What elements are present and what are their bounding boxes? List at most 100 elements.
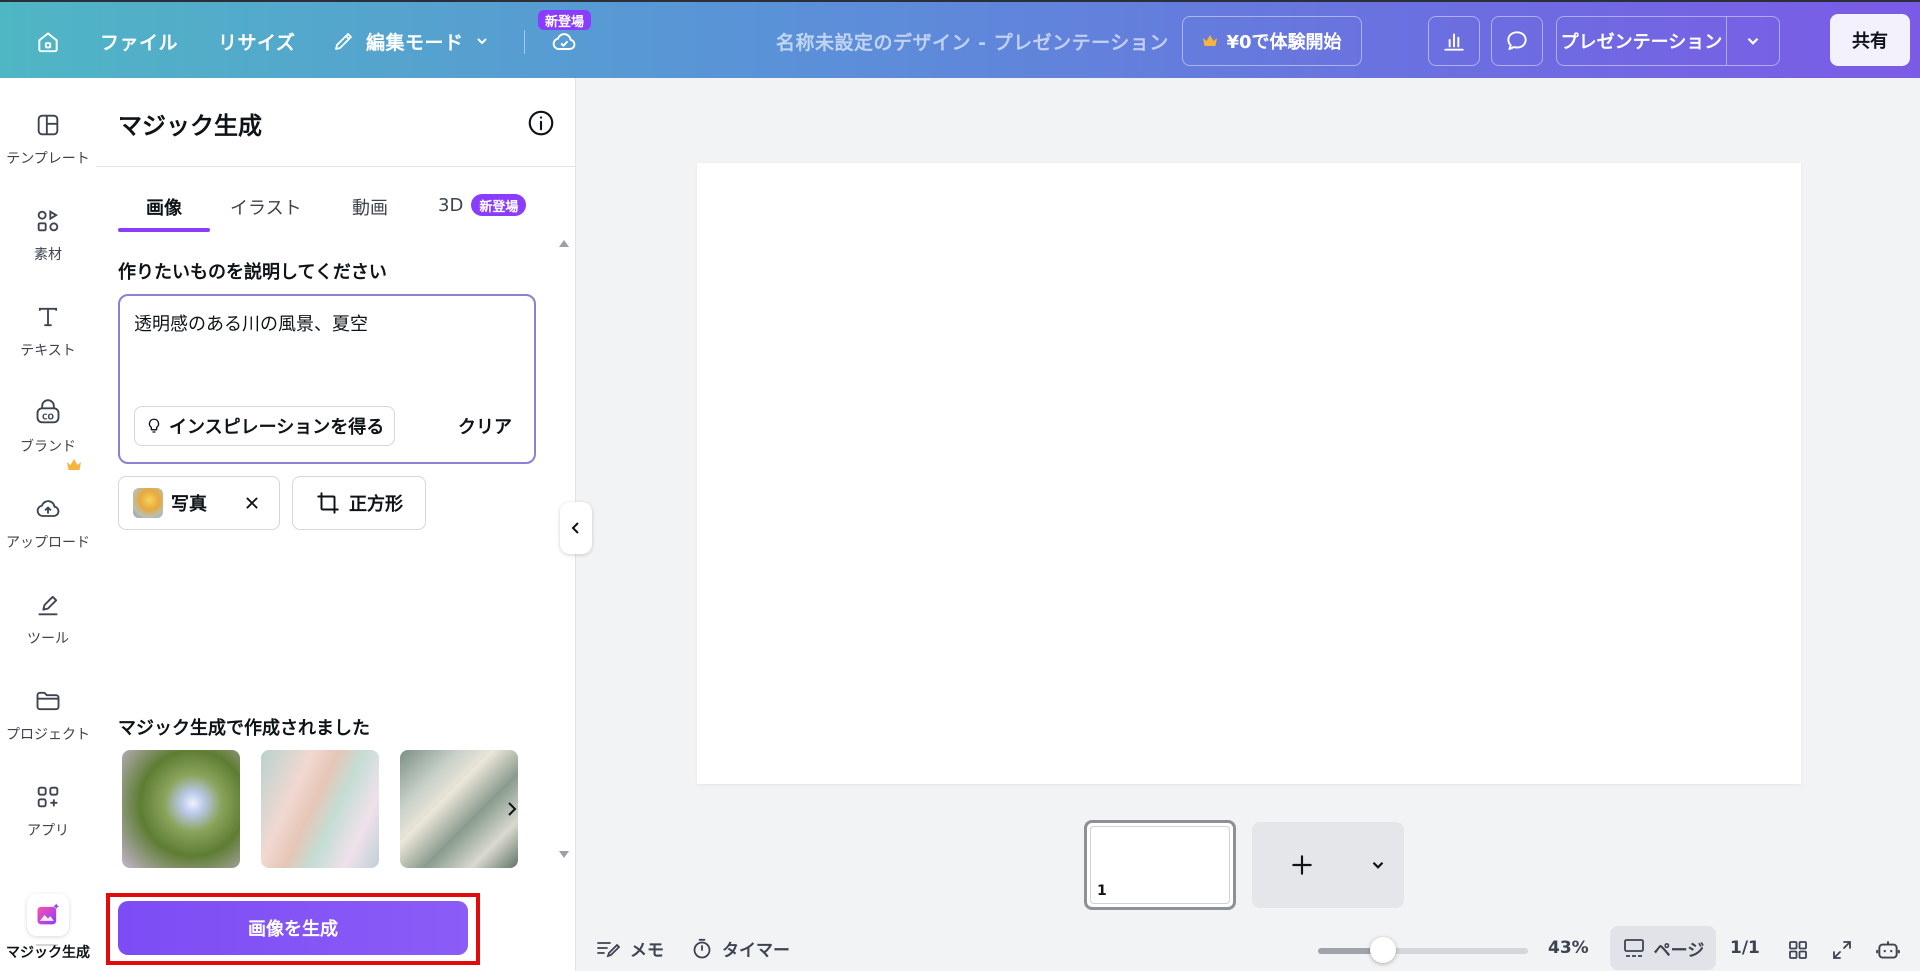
page-thumbnail[interactable]: 1 [1084,820,1236,910]
home-icon [38,32,58,53]
design-title[interactable]: 名称未設定のデザイン - プレゼンテーション [776,28,1169,55]
fullscreen-button[interactable] [1828,936,1856,964]
scroll-down-arrow-icon[interactable] [558,850,570,860]
trial-button-label: ¥0で体験開始 [1226,32,1342,53]
rail-item-text[interactable]: テキスト [0,300,96,360]
crown-icon [67,459,81,470]
stopwatch-icon [693,938,711,958]
rail-item-label: テキスト [20,343,76,359]
aspect-ratio-chip[interactable]: 正方形 [292,476,426,530]
example-image-thumbnail[interactable] [122,750,240,868]
share-button[interactable]: 共有 [1830,14,1910,66]
timer-button[interactable]: タイマー [690,936,790,961]
add-page-group [1252,822,1404,908]
trial-button[interactable]: ¥0で体験開始 [1182,16,1362,66]
grid-view-button[interactable] [1784,936,1812,964]
assistant-button[interactable] [1874,936,1902,964]
add-page-options-button[interactable] [1352,856,1404,874]
example-image-thumbnail[interactable] [400,750,518,868]
zoom-slider-handle[interactable] [1370,937,1396,963]
pen-tool-icon [31,588,65,622]
shapes-icon [31,204,65,238]
pages-view-label: ページ [1653,940,1705,961]
magic-media-panel: マジック生成 画像 イラスト 動画 3D 新登場 作りたいものを説明してください… [96,78,576,971]
timer-label: タイマー [722,941,790,961]
rail-item-apps[interactable]: アプリ [0,780,96,840]
folder-icon [31,684,65,718]
rail-item-label: アプリ [27,823,69,839]
tab-3d[interactable]: 3D 新登場 [438,194,527,216]
style-chip[interactable]: 写真 [118,476,280,530]
panel-title: マジック生成 [118,112,262,140]
rail-item-label: ツール [27,631,69,647]
fullscreen-icon [1833,941,1851,959]
toolbar-divider [524,30,525,54]
collapse-panel-button[interactable] [560,502,592,554]
info-icon [528,110,554,136]
prompt-text[interactable]: 透明感のある川の風景、夏空 [134,310,368,336]
active-tab-indicator [118,228,210,232]
info-button[interactable] [526,108,556,138]
rail-item-projects[interactable]: プロジェクト [0,684,96,744]
present-button[interactable]: プレゼンテーション [1557,17,1727,65]
file-menu[interactable]: ファイル [100,22,178,60]
rail-item-label: プロジェクト [6,727,90,743]
svg-text:CO: CO [42,412,55,421]
rail-item-brand[interactable]: CO ブランド [0,396,96,456]
pages-view-button[interactable]: ページ [1610,926,1716,970]
edit-mode-menu[interactable]: 編集モード [332,22,490,60]
analytics-button[interactable] [1428,16,1480,66]
home-button[interactable] [28,24,68,60]
clear-button[interactable]: クリア [450,406,520,446]
prompt-input[interactable]: 透明感のある川の風景、夏空 インスピレーションを得る クリア [118,294,536,464]
rail-item-uploads[interactable]: アップロード [0,492,96,552]
top-bar: ファイル リサイズ 編集モード 新登場 名称未設定のデザイン - プレゼンテーシ… [0,0,1920,78]
inspiration-button[interactable]: インスピレーションを得る [134,406,396,446]
chevron-down-icon [1372,861,1384,869]
page-number: 1 [1097,883,1107,899]
comment-button[interactable] [1491,16,1543,66]
crown-icon [1203,35,1218,46]
tab-image[interactable]: 画像 [146,194,182,220]
plus-icon [1292,855,1312,875]
example-image-thumbnail[interactable] [261,750,379,868]
crop-icon [317,492,339,514]
rail-item-label: 素材 [34,247,62,263]
prompt-label: 作りたいものを説明してください [118,262,387,283]
rail-item-label: ブランド [20,439,76,455]
scroll-up-arrow-icon[interactable] [558,238,570,248]
aspect-ratio-label: 正方形 [349,494,403,515]
rail-item-elements[interactable]: 素材 [0,204,96,264]
lightbulb-icon [148,418,160,433]
rail-item-templates[interactable]: テンプレート [0,108,96,168]
present-options-button[interactable] [1727,17,1779,65]
save-status-button[interactable] [546,24,582,60]
pencil-icon [335,33,352,50]
pages-icon [1623,939,1644,957]
edit-mode-label: 編集モード [366,31,464,54]
cloud-upload-icon [31,492,65,526]
robot-icon [1876,941,1900,959]
rail-item-tools[interactable]: ツール [0,588,96,648]
new-badge: 新登場 [471,194,527,216]
close-icon[interactable] [241,492,263,514]
rail-item-magic-media[interactable]: マジック生成 [0,894,96,962]
notes-icon [597,941,621,957]
tab-video[interactable]: 動画 [352,194,388,220]
add-page-button[interactable] [1252,852,1352,878]
inspiration-button-label: インスピレーションを得る [169,417,385,438]
template-icon [31,108,65,142]
generate-image-button[interactable]: 画像を生成 [118,901,468,955]
rail-item-label: アップロード [6,535,90,551]
notes-label: メモ [630,941,664,961]
design-canvas[interactable] [697,163,1801,784]
bar-chart-icon [1444,33,1464,51]
page-thumbnail-preview [1090,826,1230,904]
notes-button[interactable]: メモ [596,936,664,961]
chevron-right-icon[interactable] [504,798,520,820]
zoom-value[interactable]: 43% [1548,938,1589,958]
zoom-slider[interactable] [1318,937,1528,963]
present-button-group: プレゼンテーション [1556,16,1780,66]
tab-illustration[interactable]: イラスト [230,194,302,220]
resize-menu[interactable]: リサイズ [218,22,295,60]
